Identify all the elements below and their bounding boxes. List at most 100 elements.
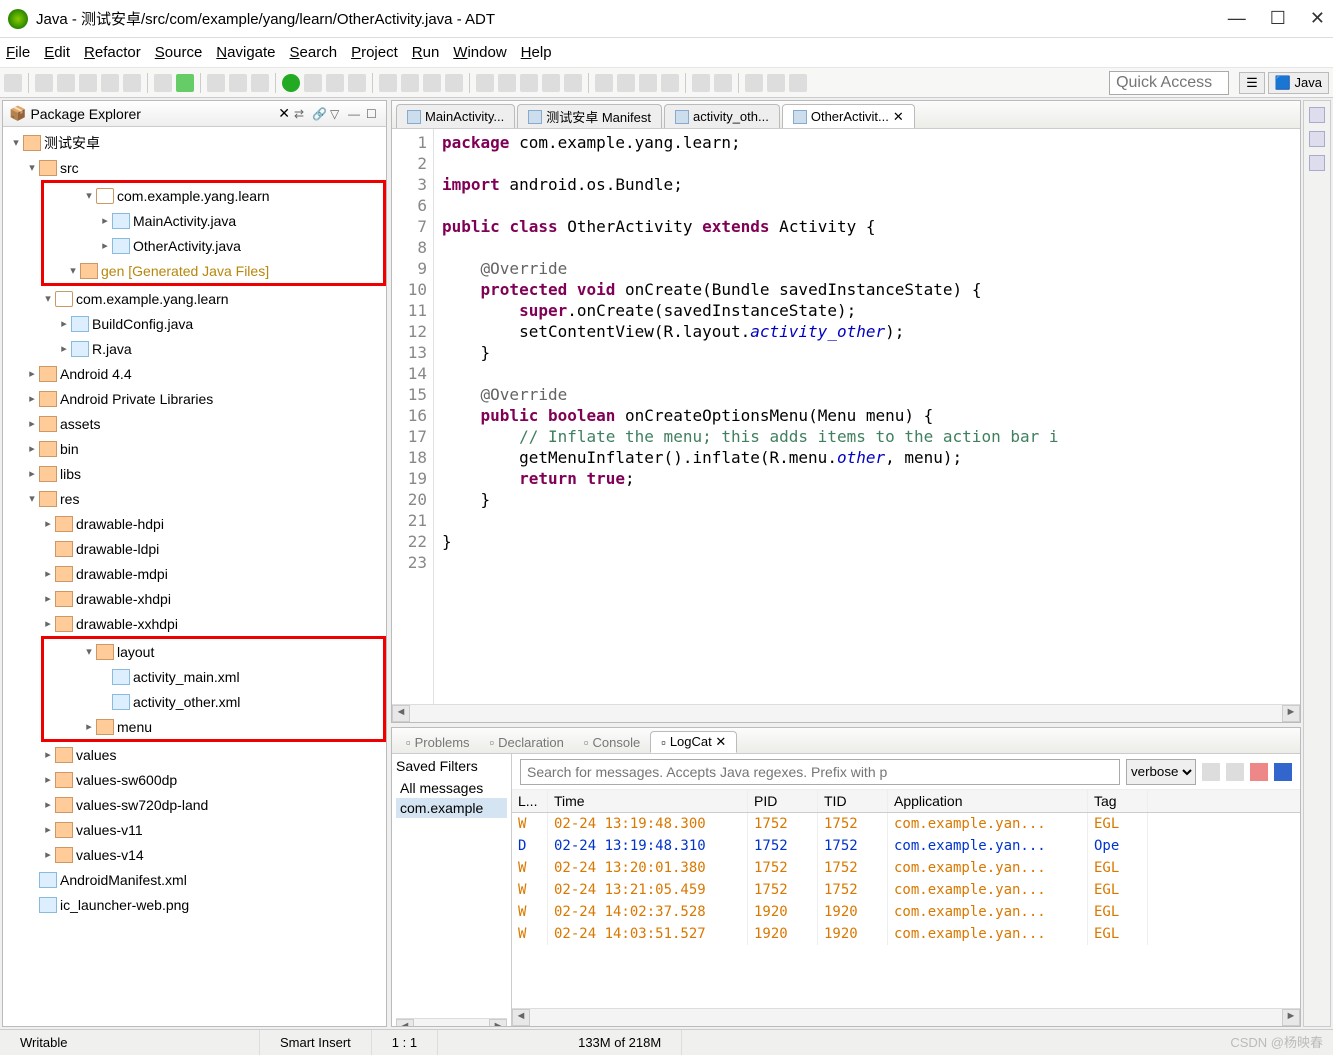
java-perspective[interactable]: 🟦 Java bbox=[1268, 72, 1329, 94]
package-tree[interactable]: ▾测试安卓▾src▾com.example.yang.learn▸MainAct… bbox=[3, 127, 386, 1026]
tree-item[interactable]: ▸values-sw720dp-land bbox=[3, 792, 386, 817]
outline-icon[interactable] bbox=[1309, 107, 1325, 123]
tree-item[interactable]: activity_other.xml bbox=[44, 689, 383, 714]
view-menu-icon[interactable]: ▽ bbox=[330, 107, 344, 121]
tree-item[interactable]: ▸assets bbox=[3, 411, 386, 436]
toolbar-button[interactable] bbox=[595, 74, 613, 92]
tree-item[interactable]: ▾src bbox=[3, 155, 386, 180]
column-header[interactable]: Tag bbox=[1088, 790, 1148, 812]
toolbar-button[interactable] bbox=[326, 74, 344, 92]
log-row[interactable]: W02-24 14:03:51.52719201920com.example.y… bbox=[512, 923, 1300, 945]
menu-file[interactable]: File bbox=[6, 44, 30, 61]
tree-item[interactable]: ▸OtherActivity.java bbox=[44, 233, 383, 258]
editor-tab[interactable]: MainActivity... bbox=[396, 104, 515, 128]
toolbar-button[interactable] bbox=[101, 74, 119, 92]
bottom-tab-logcat[interactable]: ▫LogCat ✕ bbox=[650, 731, 737, 753]
bottom-tab-console[interactable]: ▫Console bbox=[574, 731, 650, 753]
menu-project[interactable]: Project bbox=[351, 44, 398, 61]
toolbar-button[interactable] bbox=[714, 74, 732, 92]
toolbar-button[interactable] bbox=[401, 74, 419, 92]
tree-item[interactable]: ▸values bbox=[3, 742, 386, 767]
tree-item[interactable]: ▸Android Private Libraries bbox=[3, 386, 386, 411]
scroll-lock-icon[interactable] bbox=[1274, 763, 1292, 781]
tree-item[interactable]: ▸values-sw600dp bbox=[3, 767, 386, 792]
save-log-icon[interactable] bbox=[1202, 763, 1220, 781]
tree-item[interactable]: ▸MainActivity.java bbox=[44, 208, 383, 233]
toolbar-button[interactable] bbox=[154, 74, 172, 92]
minimize-icon[interactable]: — bbox=[348, 107, 362, 121]
log-row[interactable]: W02-24 13:20:01.38017521752com.example.y… bbox=[512, 857, 1300, 879]
log-row[interactable]: D02-24 13:19:48.31017521752com.example.y… bbox=[512, 835, 1300, 857]
run-button[interactable] bbox=[282, 74, 300, 92]
tree-item[interactable]: ▾测试安卓 bbox=[3, 130, 386, 155]
log-row[interactable]: W02-24 14:02:37.52819201920com.example.y… bbox=[512, 901, 1300, 923]
menu-help[interactable]: Help bbox=[521, 44, 552, 61]
toolbar-button[interactable] bbox=[229, 74, 247, 92]
tree-item[interactable]: ▾layout bbox=[44, 639, 383, 664]
toolbar-button[interactable] bbox=[639, 74, 657, 92]
tree-item[interactable]: ▸drawable-hdpi bbox=[3, 511, 386, 536]
logcat-search-input[interactable] bbox=[520, 759, 1120, 785]
tree-item[interactable]: drawable-ldpi bbox=[3, 536, 386, 561]
tree-item[interactable]: activity_main.xml bbox=[44, 664, 383, 689]
tree-item[interactable]: ▸BuildConfig.java bbox=[3, 311, 386, 336]
logcat-level-select[interactable]: verbose bbox=[1126, 759, 1196, 785]
toolbar-button[interactable] bbox=[564, 74, 582, 92]
column-header[interactable]: Time bbox=[548, 790, 748, 812]
scroll-left-icon[interactable]: ◄ bbox=[392, 705, 410, 722]
tree-item[interactable]: ▸values-v14 bbox=[3, 842, 386, 867]
debug-button[interactable] bbox=[304, 74, 322, 92]
editor-tab[interactable]: 测试安卓 Manifest bbox=[517, 104, 662, 128]
toolbar-button[interactable] bbox=[789, 74, 807, 92]
toolbar-button[interactable] bbox=[379, 74, 397, 92]
horizontal-scrollbar[interactable]: ◄ ► bbox=[392, 704, 1300, 722]
tree-item[interactable]: ic_launcher-web.png bbox=[3, 892, 386, 917]
tree-item[interactable]: ▾com.example.yang.learn bbox=[44, 183, 383, 208]
editor-tab[interactable]: OtherActivit... ✕ bbox=[782, 104, 915, 128]
forward-button[interactable] bbox=[767, 74, 785, 92]
toolbar-button[interactable] bbox=[617, 74, 635, 92]
tree-item[interactable]: ▾res bbox=[3, 486, 386, 511]
tree-item[interactable]: ▾com.example.yang.learn bbox=[3, 286, 386, 311]
tree-item[interactable]: ▸values-v11 bbox=[3, 817, 386, 842]
editor-tab[interactable]: activity_oth... bbox=[664, 104, 780, 128]
menu-source[interactable]: Source bbox=[155, 44, 203, 61]
tree-item[interactable]: ▸R.java bbox=[3, 336, 386, 361]
toolbar-button[interactable] bbox=[520, 74, 538, 92]
tree-item[interactable]: ▸drawable-xhdpi bbox=[3, 586, 386, 611]
toolbar-button[interactable] bbox=[207, 74, 225, 92]
open-perspective-button[interactable]: ☰ bbox=[1239, 72, 1265, 94]
toolbar-button[interactable] bbox=[498, 74, 516, 92]
column-header[interactable]: Application bbox=[888, 790, 1088, 812]
save-all-button[interactable] bbox=[57, 74, 75, 92]
tree-item[interactable]: ▸menu bbox=[44, 714, 383, 739]
toolbar-button[interactable] bbox=[476, 74, 494, 92]
toolbar-button[interactable] bbox=[423, 74, 441, 92]
minimize-button[interactable]: — bbox=[1228, 8, 1246, 29]
menu-navigate[interactable]: Navigate bbox=[216, 44, 275, 61]
tree-item[interactable]: AndroidManifest.xml bbox=[3, 867, 386, 892]
toolbar-button[interactable] bbox=[542, 74, 560, 92]
code-area[interactable]: package com.example.yang.learn; import a… bbox=[434, 129, 1300, 704]
link-icon[interactable]: 🔗 bbox=[312, 107, 326, 121]
quick-access-input[interactable] bbox=[1109, 71, 1229, 95]
log-row[interactable]: W02-24 13:19:48.30017521752com.example.y… bbox=[512, 813, 1300, 835]
column-header[interactable]: TID bbox=[818, 790, 888, 812]
toolbar-button[interactable] bbox=[661, 74, 679, 92]
bottom-tab-declaration[interactable]: ▫Declaration bbox=[480, 731, 574, 753]
column-header[interactable]: L... bbox=[512, 790, 548, 812]
menu-search[interactable]: Search bbox=[290, 44, 338, 61]
log-row[interactable]: W02-24 13:21:05.45917521752com.example.y… bbox=[512, 879, 1300, 901]
collapse-all-icon[interactable]: ⇄ bbox=[294, 107, 308, 121]
back-button[interactable] bbox=[745, 74, 763, 92]
tree-item[interactable]: ▸drawable-mdpi bbox=[3, 561, 386, 586]
toolbar-button[interactable] bbox=[692, 74, 710, 92]
display-icon[interactable] bbox=[1250, 763, 1268, 781]
tree-item[interactable]: ▾gen [Generated Java Files] bbox=[44, 258, 383, 283]
tree-item[interactable]: ▸libs bbox=[3, 461, 386, 486]
toolbar-button[interactable] bbox=[176, 74, 194, 92]
menu-window[interactable]: Window bbox=[453, 44, 506, 61]
toolbar-button[interactable] bbox=[445, 74, 463, 92]
toolbar-button[interactable] bbox=[79, 74, 97, 92]
scroll-right-icon[interactable]: ► bbox=[1282, 705, 1300, 722]
